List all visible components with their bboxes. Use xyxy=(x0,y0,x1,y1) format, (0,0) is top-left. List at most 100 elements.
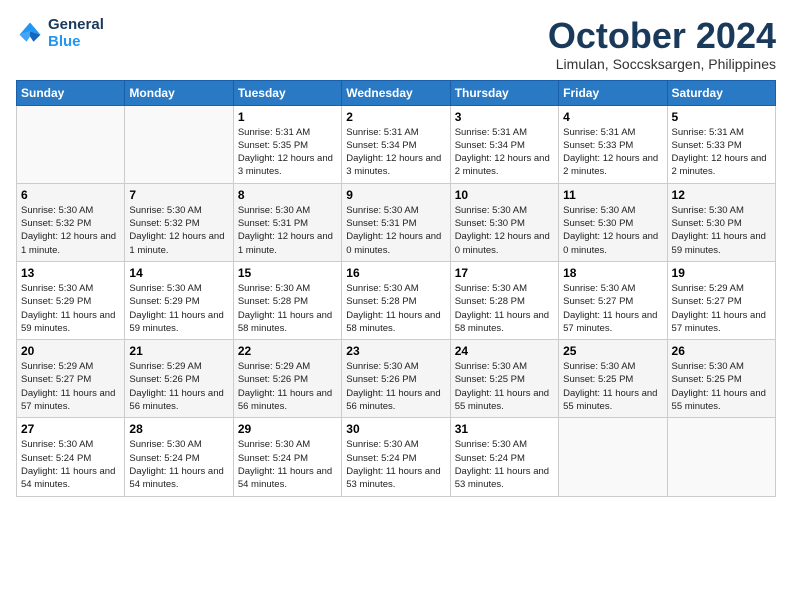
day-info: Sunrise: 5:31 AM Sunset: 5:33 PM Dayligh… xyxy=(672,126,771,179)
weekday-header-cell: Wednesday xyxy=(342,80,450,105)
day-number: 5 xyxy=(672,110,771,124)
day-info: Sunrise: 5:30 AM Sunset: 5:25 PM Dayligh… xyxy=(672,360,771,413)
calendar-day-cell: 23Sunrise: 5:30 AM Sunset: 5:26 PM Dayli… xyxy=(342,340,450,418)
calendar-day-cell: 8 Sunrise: 5:30 AM Sunset: 5:31 PM Daylig… xyxy=(233,183,341,261)
day-number: 4 xyxy=(563,110,662,124)
calendar-day-cell: 18 Sunrise: 5:30 AM Sunset: 5:27 PM Dayli… xyxy=(559,261,667,339)
day-number: 1 xyxy=(238,110,337,124)
day-info: Sunrise: 5:30 AM Sunset: 5:25 PM Dayligh… xyxy=(455,360,554,413)
day-number: 6 xyxy=(21,188,120,202)
calendar-day-cell: 30 Sunrise: 5:30 AM Sunset: 5:24 PM Dayli… xyxy=(342,418,450,496)
month-title: October 2024 xyxy=(548,16,776,56)
day-info: Sunrise: 5:31 AM Sunset: 5:33 PM Dayligh… xyxy=(563,126,662,179)
calendar-day-cell xyxy=(125,105,233,183)
day-info: Sunrise: 5:30 AM Sunset: 5:27 PM Dayligh… xyxy=(563,282,662,335)
calendar-day-cell: 31Sunrise: 5:30 AM Sunset: 5:24 PM Dayli… xyxy=(450,418,558,496)
weekday-header-cell: Friday xyxy=(559,80,667,105)
title-area: October 2024 Limulan, Soccsksargen, Phil… xyxy=(548,16,776,72)
day-number: 10 xyxy=(455,188,554,202)
day-number: 28 xyxy=(129,422,228,436)
day-number: 16 xyxy=(346,266,445,280)
day-info: Sunrise: 5:29 AM Sunset: 5:26 PM Dayligh… xyxy=(238,360,337,413)
day-info: Sunrise: 5:29 AM Sunset: 5:27 PM Dayligh… xyxy=(21,360,120,413)
day-info: Sunrise: 5:30 AM Sunset: 5:29 PM Dayligh… xyxy=(129,282,228,335)
day-info: Sunrise: 5:31 AM Sunset: 5:35 PM Dayligh… xyxy=(238,126,337,179)
day-number: 14 xyxy=(129,266,228,280)
day-info: Sunrise: 5:31 AM Sunset: 5:34 PM Dayligh… xyxy=(455,126,554,179)
day-number: 17 xyxy=(455,266,554,280)
day-info: Sunrise: 5:29 AM Sunset: 5:26 PM Dayligh… xyxy=(129,360,228,413)
weekday-header-cell: Saturday xyxy=(667,80,775,105)
calendar-table: SundayMondayTuesdayWednesdayThursdayFrid… xyxy=(16,80,776,497)
calendar-day-cell: 29 Sunrise: 5:30 AM Sunset: 5:24 PM Dayli… xyxy=(233,418,341,496)
calendar-day-cell: 4 Sunrise: 5:31 AM Sunset: 5:33 PM Daylig… xyxy=(559,105,667,183)
day-info: Sunrise: 5:30 AM Sunset: 5:28 PM Dayligh… xyxy=(455,282,554,335)
day-number: 21 xyxy=(129,344,228,358)
logo-text: General Blue xyxy=(48,16,104,50)
calendar-day-cell: 17 Sunrise: 5:30 AM Sunset: 5:28 PM Dayli… xyxy=(450,261,558,339)
calendar-day-cell: 28Sunrise: 5:30 AM Sunset: 5:24 PM Dayli… xyxy=(125,418,233,496)
calendar-day-cell: 15Sunrise: 5:30 AM Sunset: 5:28 PM Dayli… xyxy=(233,261,341,339)
calendar-day-cell: 6 Sunrise: 5:30 AM Sunset: 5:32 PM Daylig… xyxy=(17,183,125,261)
calendar-day-cell: 14 Sunrise: 5:30 AM Sunset: 5:29 PM Dayli… xyxy=(125,261,233,339)
day-info: Sunrise: 5:30 AM Sunset: 5:24 PM Dayligh… xyxy=(346,438,445,491)
day-info: Sunrise: 5:30 AM Sunset: 5:26 PM Dayligh… xyxy=(346,360,445,413)
calendar-day-cell: 20 Sunrise: 5:29 AM Sunset: 5:27 PM Dayli… xyxy=(17,340,125,418)
day-number: 8 xyxy=(238,188,337,202)
day-number: 13 xyxy=(21,266,120,280)
location: Limulan, Soccsksargen, Philippines xyxy=(548,56,776,72)
day-number: 11 xyxy=(563,188,662,202)
day-number: 7 xyxy=(129,188,228,202)
day-number: 30 xyxy=(346,422,445,436)
weekday-header-cell: Monday xyxy=(125,80,233,105)
calendar-week-row: 20 Sunrise: 5:29 AM Sunset: 5:27 PM Dayli… xyxy=(17,340,776,418)
calendar-day-cell: 7 Sunrise: 5:30 AM Sunset: 5:32 PM Daylig… xyxy=(125,183,233,261)
weekday-header-cell: Sunday xyxy=(17,80,125,105)
calendar-day-cell: 13 Sunrise: 5:30 AM Sunset: 5:29 PM Dayli… xyxy=(17,261,125,339)
calendar-week-row: 1 Sunrise: 5:31 AM Sunset: 5:35 PM Daylig… xyxy=(17,105,776,183)
calendar-day-cell: 19Sunrise: 5:29 AM Sunset: 5:27 PM Dayli… xyxy=(667,261,775,339)
calendar-day-cell: 11Sunrise: 5:30 AM Sunset: 5:30 PM Dayli… xyxy=(559,183,667,261)
calendar-day-cell: 12 Sunrise: 5:30 AM Sunset: 5:30 PM Dayli… xyxy=(667,183,775,261)
calendar-day-cell: 1 Sunrise: 5:31 AM Sunset: 5:35 PM Daylig… xyxy=(233,105,341,183)
calendar-day-cell: 2Sunrise: 5:31 AM Sunset: 5:34 PM Daylig… xyxy=(342,105,450,183)
day-number: 12 xyxy=(672,188,771,202)
logo-icon xyxy=(16,19,44,47)
calendar-day-cell: 9 Sunrise: 5:30 AM Sunset: 5:31 PM Daylig… xyxy=(342,183,450,261)
calendar-day-cell xyxy=(559,418,667,496)
day-info: Sunrise: 5:30 AM Sunset: 5:29 PM Dayligh… xyxy=(21,282,120,335)
day-number: 25 xyxy=(563,344,662,358)
page-header: General Blue October 2024 Limulan, Soccs… xyxy=(16,16,776,72)
calendar-day-cell: 10Sunrise: 5:30 AM Sunset: 5:30 PM Dayli… xyxy=(450,183,558,261)
day-number: 20 xyxy=(21,344,120,358)
calendar-week-row: 27Sunrise: 5:30 AM Sunset: 5:24 PM Dayli… xyxy=(17,418,776,496)
calendar-body: 1 Sunrise: 5:31 AM Sunset: 5:35 PM Daylig… xyxy=(17,105,776,496)
day-number: 24 xyxy=(455,344,554,358)
calendar-day-cell: 25 Sunrise: 5:30 AM Sunset: 5:25 PM Dayli… xyxy=(559,340,667,418)
day-info: Sunrise: 5:30 AM Sunset: 5:30 PM Dayligh… xyxy=(672,204,771,257)
calendar-day-cell: 24 Sunrise: 5:30 AM Sunset: 5:25 PM Dayli… xyxy=(450,340,558,418)
calendar-day-cell: 26Sunrise: 5:30 AM Sunset: 5:25 PM Dayli… xyxy=(667,340,775,418)
day-number: 29 xyxy=(238,422,337,436)
day-info: Sunrise: 5:30 AM Sunset: 5:28 PM Dayligh… xyxy=(238,282,337,335)
day-info: Sunrise: 5:30 AM Sunset: 5:24 PM Dayligh… xyxy=(21,438,120,491)
day-info: Sunrise: 5:30 AM Sunset: 5:31 PM Dayligh… xyxy=(346,204,445,257)
calendar-day-cell: 27Sunrise: 5:30 AM Sunset: 5:24 PM Dayli… xyxy=(17,418,125,496)
day-info: Sunrise: 5:30 AM Sunset: 5:32 PM Dayligh… xyxy=(21,204,120,257)
calendar-week-row: 6 Sunrise: 5:30 AM Sunset: 5:32 PM Daylig… xyxy=(17,183,776,261)
day-info: Sunrise: 5:30 AM Sunset: 5:31 PM Dayligh… xyxy=(238,204,337,257)
day-number: 22 xyxy=(238,344,337,358)
calendar-day-cell: 21 Sunrise: 5:29 AM Sunset: 5:26 PM Dayli… xyxy=(125,340,233,418)
calendar-week-row: 13 Sunrise: 5:30 AM Sunset: 5:29 PM Dayli… xyxy=(17,261,776,339)
day-info: Sunrise: 5:30 AM Sunset: 5:25 PM Dayligh… xyxy=(563,360,662,413)
weekday-header-cell: Tuesday xyxy=(233,80,341,105)
weekday-header-cell: Thursday xyxy=(450,80,558,105)
day-number: 18 xyxy=(563,266,662,280)
day-info: Sunrise: 5:30 AM Sunset: 5:24 PM Dayligh… xyxy=(238,438,337,491)
calendar-day-cell: 22 Sunrise: 5:29 AM Sunset: 5:26 PM Dayli… xyxy=(233,340,341,418)
day-number: 19 xyxy=(672,266,771,280)
logo: General Blue xyxy=(16,16,104,50)
day-info: Sunrise: 5:30 AM Sunset: 5:32 PM Dayligh… xyxy=(129,204,228,257)
day-number: 9 xyxy=(346,188,445,202)
day-number: 31 xyxy=(455,422,554,436)
